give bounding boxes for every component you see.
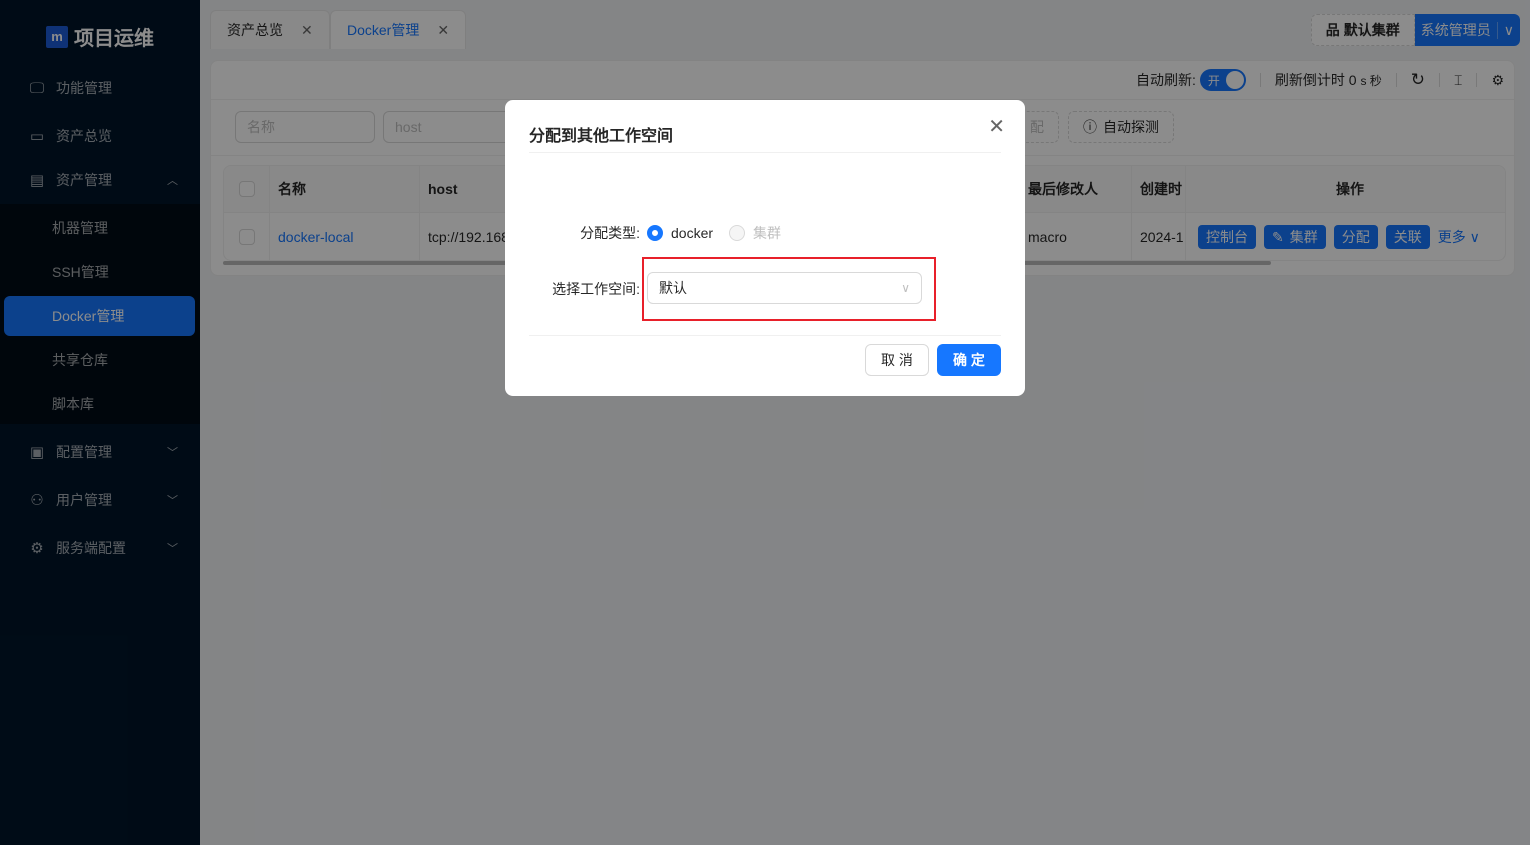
workspace-label: 选择工作空间: — [552, 281, 640, 297]
type-label: 分配类型: — [580, 225, 640, 241]
assign-workspace-modal: 分配到其他工作空间 ✕ 分配类型: docker 集群 选择工作空间: 默认 ∨ … — [505, 100, 1025, 396]
cancel-button[interactable]: 取 消 — [865, 344, 929, 376]
type-radio-group: docker 集群 — [647, 223, 781, 243]
close-icon[interactable]: ✕ — [988, 114, 1005, 139]
label: docker — [671, 225, 714, 241]
ok-button[interactable]: 确 定 — [937, 344, 1001, 376]
highlight-box — [642, 257, 936, 321]
label: 集群 — [753, 225, 782, 241]
radio-docker[interactable]: docker — [647, 225, 713, 241]
radio-unchecked-icon — [729, 225, 746, 241]
modal-title: 分配到其他工作空间 — [529, 128, 674, 145]
radio-cluster[interactable]: 集群 — [729, 223, 781, 243]
radio-checked-icon — [647, 225, 663, 241]
